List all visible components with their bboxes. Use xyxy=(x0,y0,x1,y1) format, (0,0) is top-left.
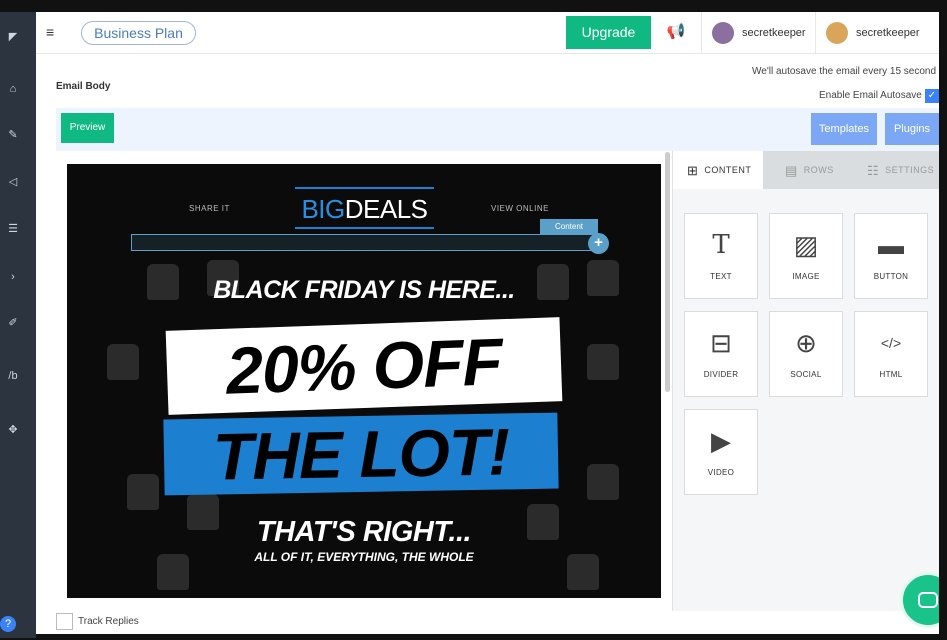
block-label: IMAGE xyxy=(792,272,820,281)
block-label: SOCIAL xyxy=(790,370,822,379)
email-preview[interactable]: SHARE IT BIGDEALS VIEW ONLINE Content + … xyxy=(67,164,661,598)
block-social[interactable]: ⊕ SOCIAL xyxy=(769,311,843,397)
pattern-shirt xyxy=(107,344,139,380)
user-menu-1[interactable]: secretkeeper xyxy=(701,12,815,54)
screen: ◤ ⌂ ✎ ◁ ☰ › ✐ /b ✥ ? ≡ Business Plan Upg… xyxy=(0,0,947,640)
canvas-scrollbar[interactable] xyxy=(665,152,670,392)
add-row-icon[interactable]: + xyxy=(588,233,609,254)
home-icon[interactable]: ⌂ xyxy=(6,82,20,96)
pattern-shirt xyxy=(127,474,159,510)
block-label: HTML xyxy=(879,370,903,379)
image-icon: ▨ xyxy=(793,230,819,260)
logo-rule xyxy=(295,227,434,229)
arrow-icon[interactable]: › xyxy=(6,270,20,284)
help-icon[interactable]: ? xyxy=(0,616,16,632)
track-replies-checkbox[interactable] xyxy=(56,613,73,630)
tab-label: SETTINGS xyxy=(885,165,935,175)
offer-text: 20% OFF xyxy=(225,324,503,408)
email-logo: BIGDEALS xyxy=(295,194,434,225)
block-video[interactable]: ▶ VIDEO xyxy=(684,409,758,495)
edit-icon[interactable]: ✎ xyxy=(6,128,20,142)
block-text[interactable]: T TEXT xyxy=(684,213,758,299)
tab-content[interactable]: ⊞ CONTENT xyxy=(673,151,763,189)
announcement-icon[interactable]: 📢 xyxy=(661,20,691,44)
pen-icon[interactable]: ✐ xyxy=(6,316,20,330)
tab-rows[interactable]: ▤ ROWS xyxy=(763,151,853,189)
top-bar: ≡ Business Plan Upgrade 📢 secretkeeper s… xyxy=(36,12,939,54)
block-image[interactable]: ▨ IMAGE xyxy=(769,213,843,299)
button-icon: ▬ xyxy=(878,230,904,260)
text-icon: T xyxy=(712,230,730,260)
grid-icon: ⊞ xyxy=(687,163,699,178)
selected-row[interactable] xyxy=(131,234,596,251)
chat-icon xyxy=(918,592,938,608)
left-sidebar: ◤ ⌂ ✎ ◁ ☰ › ✐ /b ✥ ? xyxy=(0,12,36,638)
subtagline: ALL OF IT, EVERYTHING, THE WHOLE xyxy=(254,550,474,564)
avatar xyxy=(712,22,734,44)
offer-text-2: THE LOT! xyxy=(212,414,510,494)
megaphone-icon[interactable]: ◁ xyxy=(6,175,20,189)
content-panel: ⊞ CONTENT ▤ ROWS ☷ SETTINGS T TEXT ▨ IMAGE … xyxy=(672,151,939,611)
settings-icon: ☷ xyxy=(867,163,880,178)
block-divider[interactable]: ⊟ DIVIDER xyxy=(684,311,758,397)
content-tag[interactable]: Content xyxy=(540,219,598,234)
avatar xyxy=(826,22,848,44)
share-it-link[interactable]: SHARE IT xyxy=(189,204,230,213)
puzzle-icon[interactable]: ✥ xyxy=(6,423,20,437)
pattern-shirt xyxy=(587,344,619,380)
editor-toolbar: Preview Templates Plugins xyxy=(56,108,939,151)
block-label: TEXT xyxy=(710,272,732,281)
block-button[interactable]: ▬ BUTTON xyxy=(854,213,928,299)
autosave-label: Enable Email Autosave xyxy=(819,90,922,101)
divider-icon: ⊟ xyxy=(710,328,732,358)
tab-settings[interactable]: ☷ SETTINGS xyxy=(853,151,939,189)
upgrade-button[interactable]: Upgrade xyxy=(566,16,651,49)
web-icon[interactable]: /b xyxy=(6,369,20,383)
user-name: secretkeeper xyxy=(856,27,920,39)
social-icon: ⊕ xyxy=(795,328,817,358)
menu-icon[interactable]: ≡ xyxy=(46,24,54,40)
templates-button[interactable]: Templates xyxy=(811,113,877,145)
list-icon[interactable]: ☰ xyxy=(6,222,20,236)
autosave-note: We'll autosave the email every 15 second xyxy=(752,66,937,77)
autosave-checkbox[interactable]: ✓ xyxy=(925,89,939,103)
tagline: THAT'S RIGHT... xyxy=(256,516,472,548)
logo-deals: DEALS xyxy=(344,194,428,224)
block-html[interactable]: </> HTML xyxy=(854,311,928,397)
plugins-button[interactable]: Plugins xyxy=(885,113,939,145)
headline: BLACK FRIDAY IS HERE... xyxy=(213,276,515,304)
rows-icon: ▤ xyxy=(785,163,798,178)
view-online-link[interactable]: VIEW ONLINE xyxy=(491,204,549,213)
block-label: DIVIDER xyxy=(703,370,739,379)
user-name: secretkeeper xyxy=(742,27,806,39)
panel-tabs: ⊞ CONTENT ▤ ROWS ☷ SETTINGS xyxy=(673,151,939,189)
block-label: BUTTON xyxy=(873,272,909,281)
preview-button[interactable]: Preview xyxy=(61,113,114,143)
section-title: Email Body xyxy=(56,81,111,92)
user-menu-2[interactable]: secretkeeper xyxy=(815,12,929,54)
editor-app: ≡ Business Plan Upgrade 📢 secretkeeper s… xyxy=(36,12,939,634)
track-replies-label: Track Replies xyxy=(78,616,139,627)
tab-label: CONTENT xyxy=(704,165,752,175)
logo-rule xyxy=(295,187,434,189)
logo-icon[interactable]: ◤ xyxy=(6,30,20,44)
plan-badge[interactable]: Business Plan xyxy=(81,21,196,45)
html-icon: </> xyxy=(880,335,902,351)
video-icon: ▶ xyxy=(711,426,731,456)
pattern-shirt xyxy=(587,464,619,500)
tab-label: ROWS xyxy=(803,165,834,175)
block-label: VIDEO xyxy=(707,468,735,477)
logo-big: BIG xyxy=(301,194,345,224)
